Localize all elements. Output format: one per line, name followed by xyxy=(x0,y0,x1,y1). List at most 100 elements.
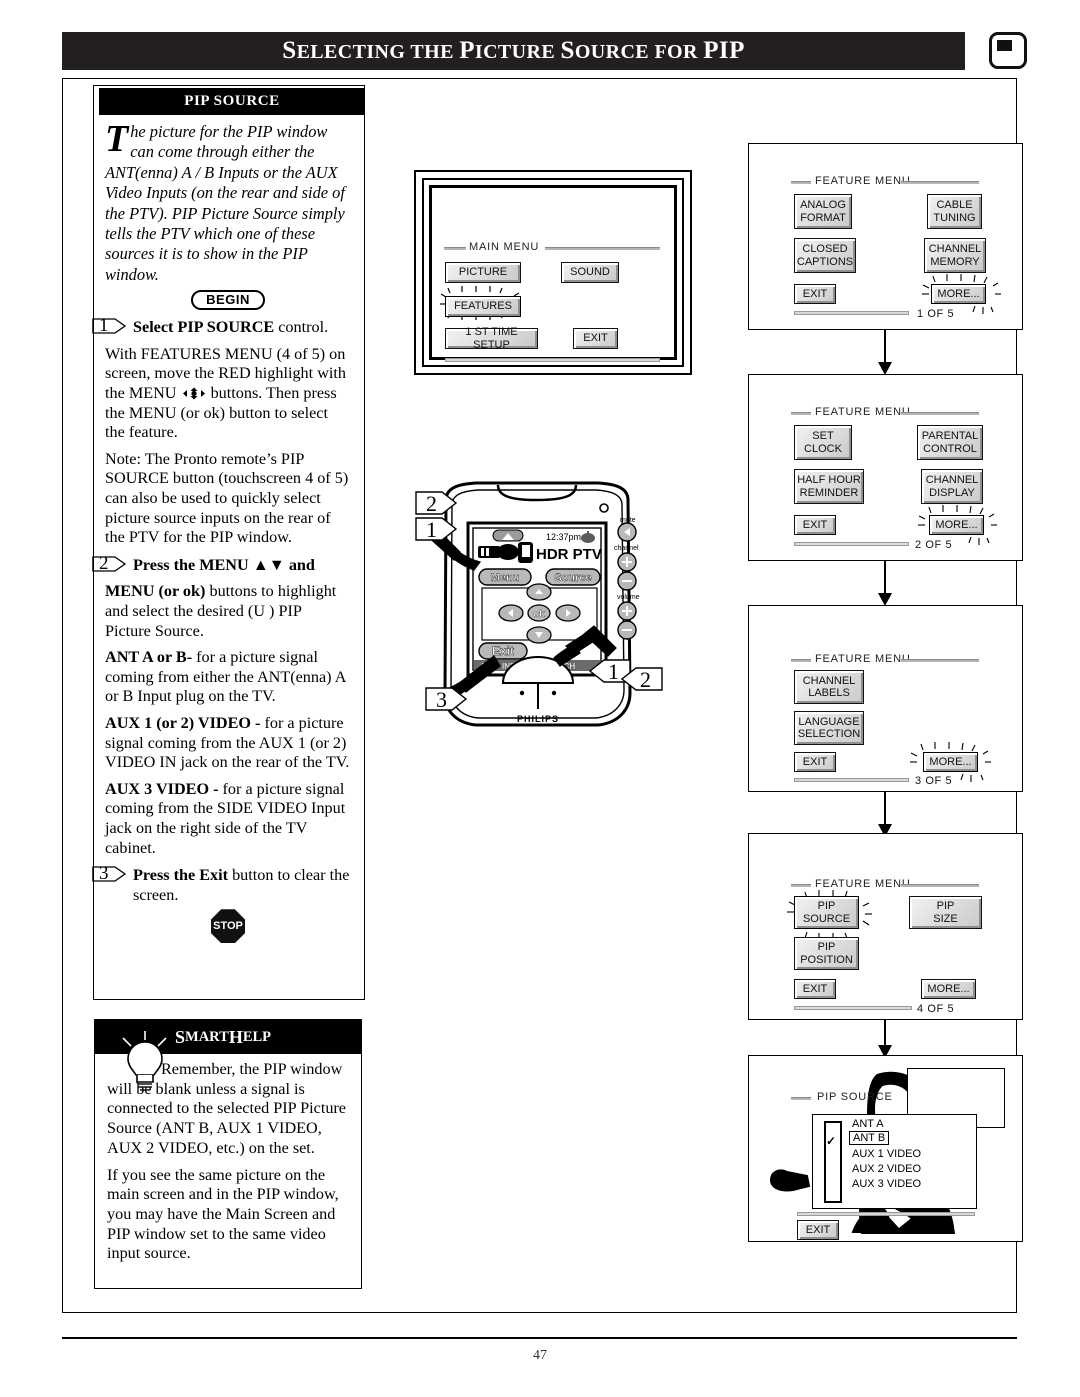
osd-panel-2-rule-right xyxy=(901,412,979,415)
svg-text:1: 1 xyxy=(426,517,437,542)
osd-button-pip-source[interactable]: PIP SOURCE xyxy=(794,896,859,929)
osd-button-exit[interactable]: EXIT xyxy=(573,328,618,349)
osd-panel-3-title: FEATURE MENU xyxy=(815,653,911,665)
osd-button-channel-labels[interactable]: CHANNEL LABELS xyxy=(794,670,864,704)
pip-window-icon xyxy=(989,32,1027,69)
remote-callout-3-bottomleft: 3 xyxy=(424,684,470,720)
osd-panel-feature-menu-4: FEATURE MENU PIP SOURCE PIP SIZE PIP POSITI… xyxy=(748,833,1023,1020)
osd-button-parental-control[interactable]: PARENTAL CONTROL xyxy=(917,425,983,460)
osd-panel-2-rule-left xyxy=(791,412,811,415)
step-3-number: 3 xyxy=(91,863,131,885)
osd-panel-1-page: 1 OF 5 xyxy=(917,308,955,320)
step-2-bullet-0: ANT A or B- for a picture signal coming … xyxy=(105,648,351,707)
pip-source-rule-left xyxy=(791,1097,811,1100)
pip-source-option-aux-2-video[interactable]: AUX 2 VIDEO xyxy=(852,1163,921,1175)
osd-button-channel-display[interactable]: CHANNEL DISPLAY xyxy=(921,469,983,504)
menu-navigation-icon xyxy=(181,386,207,400)
pip-source-option-ant-b[interactable]: ANT B xyxy=(849,1131,890,1145)
step-2-body-bold: MENU (or ok) xyxy=(105,582,206,601)
osd-button-pip-position[interactable]: PIP POSITION xyxy=(794,937,859,970)
osd-panel-4-title: FEATURE MENU xyxy=(815,878,911,890)
osd-panel-feature-menu-2: FEATURE MENU SET CLOCK PARENTAL CONTROL HA… xyxy=(748,374,1023,561)
svg-text:HDR PTV: HDR PTV xyxy=(536,546,602,563)
svg-text:channel: channel xyxy=(614,545,639,552)
pip-source-panel-title: PIP SOURCE xyxy=(817,1091,893,1103)
footer-rule xyxy=(62,1337,1017,1339)
osd-button-language-selection[interactable]: LANGUAGE SELECTION xyxy=(794,711,864,745)
osd-button-more-1[interactable]: MORE... xyxy=(931,284,986,304)
intro-paragraph: The picture for the PIP window can come … xyxy=(105,118,351,285)
step-2-lead: Press the MENU ▲▼ and xyxy=(133,555,315,574)
osd-panel-1-rule-left xyxy=(791,181,811,184)
osd-button-analog-format[interactable]: ANALOG FORMAT xyxy=(794,194,852,229)
osd-panel-3-rule-right xyxy=(901,659,979,662)
light-bulb-icon xyxy=(118,1031,167,1091)
osd-panel-4-rule-left xyxy=(791,884,811,887)
osd-button-more-2[interactable]: MORE... xyxy=(929,515,984,535)
page-number: 47 xyxy=(533,1348,547,1363)
svg-text:3: 3 xyxy=(436,687,447,712)
main-menu-footer-rule xyxy=(445,358,660,362)
remote-callout-1-topleft: 1 xyxy=(414,514,460,550)
osd-button-more-4[interactable]: MORE... xyxy=(921,979,976,999)
osd-panel-1-title: FEATURE MENU xyxy=(815,175,911,187)
step-2-bullet-0-bold: ANT A or B- xyxy=(105,648,193,667)
step-1-number: 1 xyxy=(91,315,131,337)
pip-source-section-title: PIP SOURCE xyxy=(99,88,365,115)
osd-panel-4-page: 4 OF 5 xyxy=(917,1003,955,1015)
osd-button-exit-pip-source[interactable]: EXIT xyxy=(797,1220,839,1240)
osd-button-1st-time-setup[interactable]: 1 ST TIME SETUP xyxy=(445,326,538,351)
osd-panel-feature-menu-1: FEATURE MENU ANALOG FORMAT CABLE TUNING CL… xyxy=(748,143,1023,330)
osd-button-more-3[interactable]: MORE... xyxy=(923,752,978,772)
intro-dropcap: T xyxy=(105,118,129,160)
osd-button-exit-2[interactable]: EXIT xyxy=(794,515,836,535)
tv-screen: MAIN MENU PICTURE SOUND FEATURES 1 ST TI… xyxy=(429,185,677,362)
begin-badge: BEGIN xyxy=(191,290,265,311)
svg-text:volume: volume xyxy=(617,594,640,601)
svg-text:12:37pm: 12:37pm xyxy=(546,532,581,542)
svg-text:Menu: Menu xyxy=(491,572,520,584)
step-3: 3 Press the Exit button to clear the scr… xyxy=(92,864,351,905)
osd-button-features[interactable]: FEATURES xyxy=(445,296,521,317)
osd-button-set-clock[interactable]: SET CLOCK xyxy=(794,425,852,460)
osd-button-closed-captions[interactable]: CLOSED CAPTIONS xyxy=(794,238,856,273)
osd-button-cable-tuning[interactable]: CABLE TUNING xyxy=(927,194,982,229)
tv-bezel: MAIN MENU PICTURE SOUND FEATURES 1 ST TI… xyxy=(422,178,684,367)
step-2-bullet-2: AUX 3 VIDEO - for a picture signal comin… xyxy=(105,780,351,858)
osd-button-picture[interactable]: PICTURE xyxy=(445,262,521,283)
osd-panel-4-footer-rule xyxy=(794,1006,912,1010)
pip-source-checkmark-icon: ✓ xyxy=(826,1134,837,1148)
osd-panel-2-footer-rule xyxy=(794,542,909,546)
step-2-bullet-2-bold: AUX 3 VIDEO - xyxy=(105,779,219,798)
arrow-2-to-3-line xyxy=(884,561,886,596)
osd-panel-3-footer-rule xyxy=(794,778,909,782)
step-2-number: 2 xyxy=(91,553,131,575)
osd-button-sound[interactable]: SOUND xyxy=(561,262,619,283)
stop-badge: STOP xyxy=(211,909,245,944)
tv-illustration: MAIN MENU PICTURE SOUND FEATURES 1 ST TI… xyxy=(414,170,692,375)
arrow-3-to-4-line xyxy=(884,792,886,827)
arrow-1-to-2-line xyxy=(884,330,886,365)
step-1-lead-tail: control. xyxy=(274,318,329,337)
page-header-banner: SELECTING THE PICTURE SOURCE FOR PIP xyxy=(62,32,965,70)
osd-panel-1-rule-right xyxy=(901,181,979,184)
step-3-lead: Press the Exit xyxy=(133,866,229,885)
main-menu-rule-left xyxy=(444,247,466,250)
pip-source-option-ant-a[interactable]: ANT A xyxy=(852,1118,884,1130)
pip-source-option-aux-3-video[interactable]: AUX 3 VIDEO xyxy=(852,1178,921,1190)
instructions-body: The picture for the PIP window can come … xyxy=(92,118,363,944)
osd-button-half-hour-reminder[interactable]: HALF HOUR REMINDER xyxy=(794,469,864,504)
osd-button-pip-size[interactable]: PIP SIZE xyxy=(909,896,982,929)
pip-source-option-aux-1-video[interactable]: AUX 1 VIDEO xyxy=(852,1148,921,1160)
osd-button-channel-memory[interactable]: CHANNEL MEMORY xyxy=(924,238,986,273)
pip-source-footer-rule xyxy=(797,1212,975,1216)
osd-button-exit-1[interactable]: EXIT xyxy=(794,284,836,304)
step-2-bullet-1-bold: AUX 1 (or 2) VIDEO - xyxy=(105,713,261,732)
step-2: 2 Press the MENU ▲▼ and xyxy=(92,553,351,576)
smart-help-panel: S MART H ELP Remember, the PIP window will… xyxy=(94,1019,362,1289)
step-2-bullet-1: AUX 1 (or 2) VIDEO - for a picture signa… xyxy=(105,714,351,773)
osd-panel-feature-menu-3: FEATURE MENU CHANNEL LABELS LANGUAGE SELEC… xyxy=(748,605,1023,792)
osd-button-exit-4[interactable]: EXIT xyxy=(794,979,836,999)
step-2-body: MENU (or ok) buttons to highlight and se… xyxy=(105,582,351,641)
osd-button-exit-3[interactable]: EXIT xyxy=(794,752,836,772)
